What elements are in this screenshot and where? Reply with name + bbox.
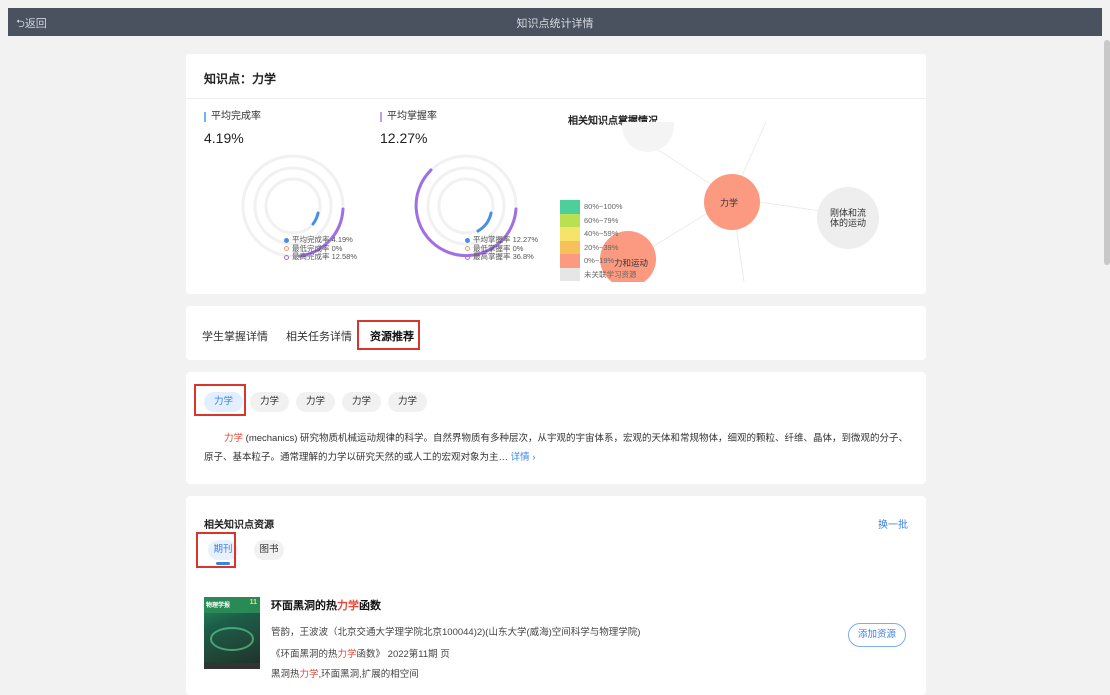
tab-related-tasks[interactable]: 相关任务详情: [286, 328, 352, 344]
legend-dot-icon: [284, 246, 289, 252]
top-bar: ⮌返回 知识点统计详情: [8, 8, 1102, 36]
legend-max-mastery: 最高掌握率 36.8%: [473, 252, 534, 261]
legend-swatch: [560, 254, 580, 268]
keyword-part: ,环面黑洞,扩展的相空间: [318, 669, 419, 680]
description-more-link[interactable]: 详情 ›: [511, 452, 536, 463]
scrollbar[interactable]: [1104, 40, 1110, 265]
knowledge-description: 力学 (mechanics) 研究物质机械运动规律的科学。自然界物质有多种层次，…: [204, 429, 916, 467]
source-highlight: 力学: [337, 649, 357, 660]
resources-title: 相关知识点资源: [204, 520, 274, 531]
add-resource-button[interactable]: 添加资源: [848, 623, 906, 647]
keyword-part: 黑洞热: [271, 669, 300, 680]
chip-item[interactable]: 力学: [296, 392, 336, 412]
metric-completion: 平均完成率 4.19%: [204, 112, 261, 146]
legend-label: 未关联学习资源: [584, 269, 637, 279]
legend-swatch: [560, 200, 580, 214]
legend-swatch: [560, 240, 580, 254]
legend-label: 0%~19%: [584, 256, 615, 265]
chevron-right-icon: ›: [532, 452, 536, 463]
legend-label: 60%~79%: [584, 215, 619, 225]
legend-label: 40%~59%: [584, 229, 619, 238]
chip-item[interactable]: 力学: [342, 392, 382, 412]
highlight-box: [357, 320, 420, 350]
legend-dot-icon: [465, 254, 470, 260]
description-text: (mechanics) 研究物质机械运动规律的科学。自然界物质有多种层次，从宇观…: [204, 433, 909, 463]
graph-node-top[interactable]: [622, 122, 674, 152]
metric-completion-value: 4.19%: [204, 130, 244, 146]
mastery-legend: 平均掌握率 12.27% 最低掌握率 0% 最高掌握率 36.8%: [465, 235, 538, 262]
page-title: 知识点统计详情: [516, 18, 594, 30]
metric-completion-label: 平均完成率: [204, 112, 261, 122]
resources-card: 相关知识点资源 换一批 期刊 图书 物理学报 11 环面黑洞的热力学函数 管韵，王…: [186, 496, 926, 695]
metric-mastery: 平均掌握率 12.27%: [380, 112, 437, 146]
keyword-highlight: 力学: [299, 669, 319, 680]
metric-mastery-value: 12.27%: [380, 130, 428, 146]
journal-cover-image[interactable]: 物理学报 11: [204, 597, 260, 669]
description-term: 力学: [224, 433, 244, 444]
article-keywords: 黑洞热力学,环面黑洞,扩展的相空间: [271, 666, 419, 680]
highlight-box: [194, 384, 246, 416]
graph-legend-item: 60%~79%: [560, 213, 637, 227]
more-label: 详情: [510, 452, 530, 463]
legend-dot-icon: [284, 254, 289, 260]
tab-books[interactable]: 图书: [254, 540, 284, 560]
legend-dot-icon: [284, 237, 289, 243]
stats-card: 知识点：力学 平均完成率 4.19% 平均完成率 4.19% 最低完成率 0% …: [186, 54, 926, 294]
graph-node-right-line1: 刚体和流: [829, 208, 866, 218]
refresh-batch-button[interactable]: 换一批: [878, 516, 908, 531]
knowledge-description-card: 力学 力学 力学 力学 力学 力学 (mechanics) 研究物质机械运动规律…: [186, 372, 926, 484]
graph-legend-item: 0%~19%: [560, 254, 637, 268]
graph-legend: 80%~100% 60%~79% 40%~59% 20%~39% 0%~19% …: [560, 200, 637, 281]
graph-legend-item: 40%~59%: [560, 227, 637, 241]
cover-graphic: [210, 627, 254, 651]
completion-legend: 平均完成率 4.19% 最低完成率 0% 最高完成率 12.58%: [284, 235, 358, 262]
knowledge-graph[interactable]: 力学 刚体和流 体的运动 力和运动 80%~100% 60%~79% 40%~5…: [556, 122, 926, 282]
legend-swatch: [560, 227, 580, 241]
highlight-box: [196, 532, 236, 568]
cover-title: 物理学报: [206, 603, 231, 609]
divider: [186, 98, 926, 99]
legend-label: 80%~100%: [584, 202, 623, 211]
graph-node-center-label: 力学: [720, 198, 739, 208]
graph-legend-item: 20%~39%: [560, 240, 637, 254]
legend-dot-icon: [465, 246, 470, 252]
legend-swatch: [560, 267, 580, 281]
legend-label: 20%~39%: [584, 242, 619, 252]
article-authors: 管韵，王波波（北京交通大学理学院北京100044)2)(山东大学(威海)空间科学…: [271, 627, 641, 638]
graph-legend-item: 80%~100%: [560, 200, 637, 214]
graph-legend-item: 未关联学习资源: [560, 267, 637, 281]
legend-dot-icon: [465, 237, 470, 243]
knowledge-point-title: 知识点：力学: [204, 72, 277, 86]
legend-max-completion: 最高完成率 12.58%: [292, 252, 358, 261]
source-part: 《环面黑洞的热: [271, 649, 338, 660]
title-part: 环面黑洞的热: [271, 600, 337, 612]
legend-swatch: [560, 213, 580, 227]
article-source: 《环面黑洞的热力学函数》 2022第11期 页: [271, 646, 450, 660]
source-part: 函数》 2022第11期 页: [356, 649, 450, 660]
graph-node-right-line2: 体的运动: [829, 218, 866, 228]
chip-item[interactable]: 力学: [388, 392, 428, 412]
graph-node-right-label: 刚体和流 体的运动: [818, 208, 878, 228]
cover-header: 物理学报 11: [204, 597, 260, 613]
title-part: 函数: [359, 600, 381, 612]
tab-student-mastery[interactable]: 学生掌握详情: [202, 328, 268, 344]
article-title[interactable]: 环面黑洞的热力学函数: [271, 597, 381, 613]
tabs-card: 学生掌握详情 相关任务详情 资源推荐: [186, 306, 926, 360]
cover-number: 11: [249, 599, 257, 606]
chip-item[interactable]: 力学: [250, 392, 290, 412]
metric-mastery-label: 平均掌握率: [380, 112, 437, 122]
cover-footer: [204, 663, 260, 669]
title-highlight: 力学: [337, 600, 359, 612]
